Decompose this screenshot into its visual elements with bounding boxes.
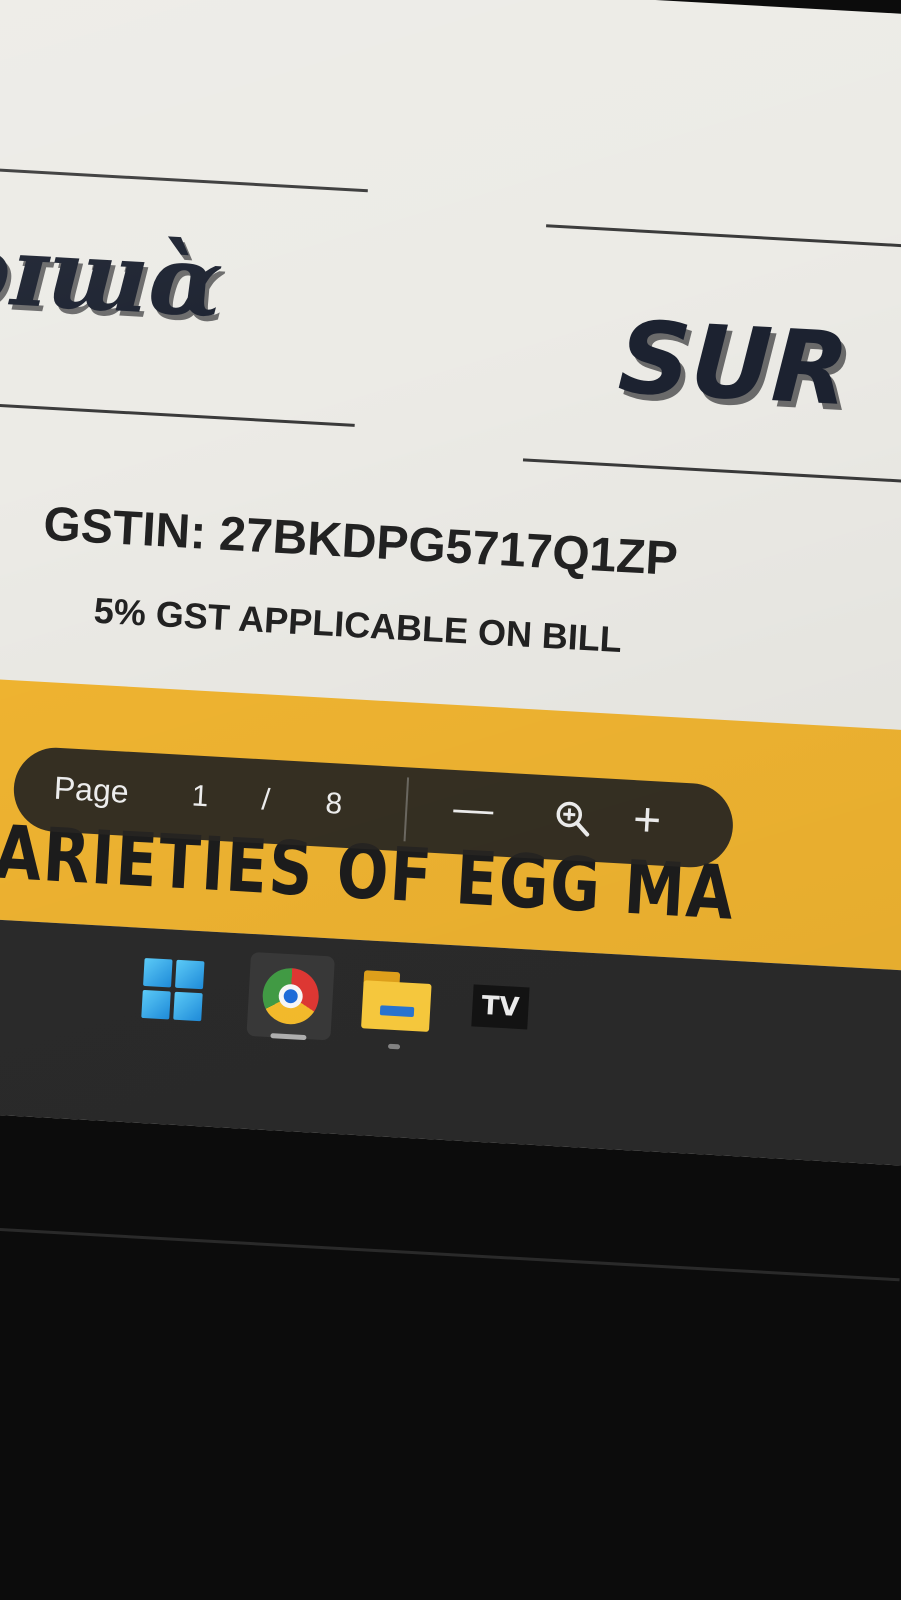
page-separator: / <box>260 783 271 817</box>
toolbar-divider <box>403 777 410 842</box>
logo-brand-text: SUR <box>615 298 853 429</box>
gstin-number: GSTIN: 27BKDPG5717Q1ZP <box>42 497 680 587</box>
current-page-input[interactable]: 1 <box>191 779 210 814</box>
header-rule-right-bottom <box>522 458 901 487</box>
magnifier-plus-icon[interactable] <box>552 798 594 840</box>
monitor-screen: ɔɪɯɑ̀ SUR GSTIN: 27BKDPG5717Q1ZP 5% GST … <box>0 0 901 1168</box>
chrome-icon[interactable] <box>246 951 335 1041</box>
active-indicator <box>270 1033 307 1041</box>
windows-start-icon[interactable] <box>141 957 205 1022</box>
zoom-in-button[interactable]: + <box>632 792 663 848</box>
tradingview-icon[interactable]: TV <box>471 984 530 1030</box>
total-pages: 8 <box>324 786 344 821</box>
header-rule-left-top <box>0 166 368 193</box>
logo-script-text: ɔɪɯɑ̀ <box>0 211 226 340</box>
file-explorer-icon[interactable] <box>361 970 434 1050</box>
photo-stage: ɔɪɯɑ̀ SUR GSTIN: 27BKDPG5717Q1ZP 5% GST … <box>0 0 901 1600</box>
gst-note: 5% GST APPLICABLE ON BILL <box>92 589 623 661</box>
zoom-out-button[interactable]: — <box>452 786 494 833</box>
bezel-edge <box>0 1228 900 1282</box>
page-label: Page <box>52 769 130 810</box>
header-rule-right-top <box>546 224 901 252</box>
header-rule-left-bottom <box>0 400 355 427</box>
